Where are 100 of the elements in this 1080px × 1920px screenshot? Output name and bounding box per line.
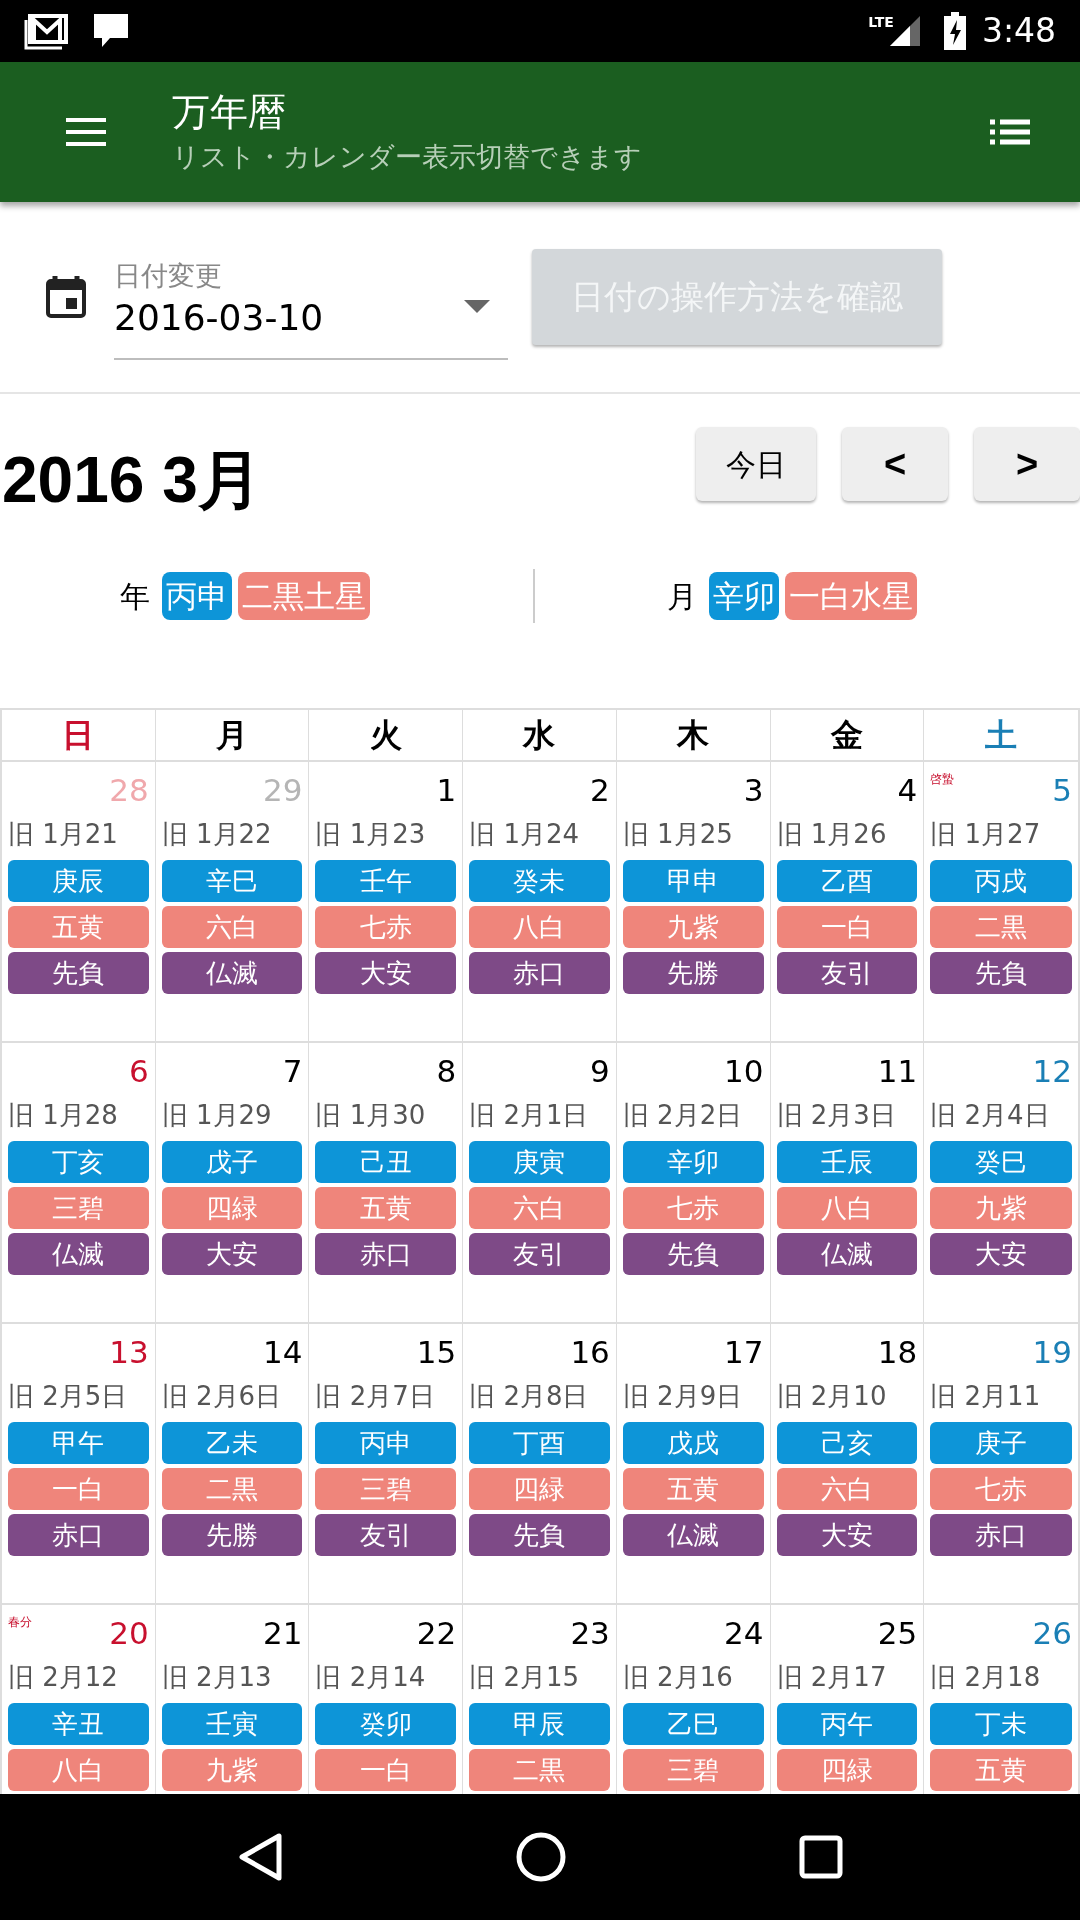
weekday-header: 火 xyxy=(369,715,402,756)
day-number: 23 xyxy=(570,1614,610,1653)
lunar-date: 旧 1月25 xyxy=(622,818,734,851)
star-badge: 六白 xyxy=(161,906,303,948)
recents-icon[interactable] xyxy=(799,1835,844,1879)
app-subtitle: リスト・カレンダー表示切替できます xyxy=(172,140,643,174)
star-badge: 八白 xyxy=(776,1187,918,1229)
stem-badge: 壬辰 xyxy=(776,1141,918,1183)
star-badge: 九紫 xyxy=(161,1749,303,1791)
nav-button[interactable]: > xyxy=(974,427,1080,501)
day-number: 15 xyxy=(416,1333,457,1372)
stem-badge: 乙酉 xyxy=(776,860,918,902)
weekday-header: 木 xyxy=(677,715,710,756)
rokuyo-badge: 先負 xyxy=(622,1233,764,1275)
stem-badge: 癸巳 xyxy=(930,1141,1072,1183)
lunar-date: 旧 2月13 xyxy=(161,1661,273,1694)
stem-badge: 丁亥 xyxy=(8,1141,149,1183)
lunar-date: 旧 2月1日 xyxy=(469,1099,590,1132)
star-badge: 一白 xyxy=(8,1468,149,1510)
day-number: 5 xyxy=(1052,771,1072,810)
caret-icon xyxy=(464,300,490,313)
clock: 3:48 xyxy=(981,10,1056,53)
star-badge: 六白 xyxy=(776,1468,918,1510)
day-number: 29 xyxy=(262,771,303,810)
lunar-date: 旧 1月26 xyxy=(776,818,888,851)
rokuyo-badge: 仏滅 xyxy=(8,1233,149,1275)
lunar-date: 旧 1月24 xyxy=(469,818,581,851)
day-number: 19 xyxy=(1032,1333,1072,1372)
star-badge: 四緑 xyxy=(776,1749,918,1791)
rokuyo-badge: 大安 xyxy=(161,1233,303,1275)
date-field[interactable]: 日付変更 2016-03-10 xyxy=(114,242,508,360)
info-label: 年 xyxy=(120,577,150,616)
lunar-date: 旧 2月8日 xyxy=(469,1380,590,1413)
stem-badge: 丁未 xyxy=(930,1703,1072,1745)
star-badge: 三碧 xyxy=(622,1749,764,1791)
day-number: 16 xyxy=(570,1333,610,1372)
mail-icon xyxy=(24,12,70,50)
stem-badge: 戊子 xyxy=(161,1141,303,1183)
day-number: 22 xyxy=(416,1614,457,1653)
calendar-icon xyxy=(46,276,86,318)
solar-term: 春分 xyxy=(8,1614,32,1631)
weekday-header: 金 xyxy=(830,715,863,756)
rokuyo-badge: 仏滅 xyxy=(161,952,303,994)
star-badge: 三碧 xyxy=(8,1187,149,1229)
day-number: 12 xyxy=(1032,1052,1072,1091)
stem-badge: 庚寅 xyxy=(469,1141,610,1183)
star-badge: 五黄 xyxy=(8,906,149,948)
lunar-date: 旧 2月16 xyxy=(622,1661,734,1694)
star-badge: 四緑 xyxy=(161,1187,303,1229)
day-number: 6 xyxy=(128,1052,149,1091)
nav-button[interactable]: < xyxy=(842,427,948,501)
stem-badge: 丙申 xyxy=(162,572,232,620)
stem-badge: 辛丑 xyxy=(8,1703,149,1745)
stem-badge: 甲辰 xyxy=(469,1703,610,1745)
stem-badge: 丙申 xyxy=(315,1422,457,1464)
rokuyo-badge: 先負 xyxy=(8,952,149,994)
rokuyo-badge: 先負 xyxy=(469,1514,610,1556)
lunar-date: 旧 2月11 xyxy=(930,1380,1042,1413)
lunar-date: 旧 2月15 xyxy=(469,1661,581,1694)
stem-badge: 壬午 xyxy=(315,860,457,902)
rokuyo-badge: 赤口 xyxy=(930,1514,1072,1556)
stem-badge: 甲午 xyxy=(8,1422,149,1464)
day-number: 20 xyxy=(109,1614,149,1653)
lunar-date: 旧 1月23 xyxy=(315,818,427,851)
stem-badge: 甲申 xyxy=(622,860,764,902)
lunar-date: 旧 1月28 xyxy=(8,1099,119,1132)
stem-badge: 庚辰 xyxy=(8,860,149,902)
lunar-date: 旧 2月2日 xyxy=(622,1099,744,1132)
rokuyo-badge: 仏滅 xyxy=(622,1514,764,1556)
star-badge: 一白水星 xyxy=(785,572,917,620)
weekday-header: 日 xyxy=(62,715,95,756)
lunar-date: 旧 1月29 xyxy=(161,1099,273,1132)
rokuyo-badge: 大安 xyxy=(930,1233,1072,1275)
star-badge: 九紫 xyxy=(622,906,764,948)
rokuyo-badge: 赤口 xyxy=(8,1514,149,1556)
back-icon[interactable] xyxy=(236,1832,283,1882)
star-badge: 七赤 xyxy=(930,1468,1072,1510)
lunar-date: 旧 2月12 xyxy=(8,1661,119,1694)
day-number: 10 xyxy=(724,1052,764,1091)
stem-badge: 丁酉 xyxy=(469,1422,610,1464)
today-button[interactable]: 今日 xyxy=(696,427,816,501)
day-number: 1 xyxy=(436,771,457,810)
info-label: 月 xyxy=(667,577,697,616)
rokuyo-badge: 大安 xyxy=(776,1514,918,1556)
star-badge: 五黄 xyxy=(622,1468,764,1510)
day-number: 11 xyxy=(877,1052,918,1091)
rokuyo-badge: 先勝 xyxy=(161,1514,303,1556)
lunar-date: 旧 2月10 xyxy=(776,1380,888,1413)
stem-badge: 戊戌 xyxy=(622,1422,764,1464)
month-title: 2016 3月 xyxy=(2,443,263,518)
rokuyo-badge: 友引 xyxy=(776,952,918,994)
star-badge: 七赤 xyxy=(622,1187,764,1229)
day-number: 4 xyxy=(897,771,918,810)
day-number: 24 xyxy=(724,1614,764,1653)
home-icon[interactable] xyxy=(516,1832,566,1882)
day-number: 3 xyxy=(743,771,764,810)
stem-badge: 辛卯 xyxy=(709,572,779,620)
day-number: 13 xyxy=(109,1333,149,1372)
star-badge: 二黒土星 xyxy=(238,572,370,620)
star-badge: 九紫 xyxy=(930,1187,1072,1229)
